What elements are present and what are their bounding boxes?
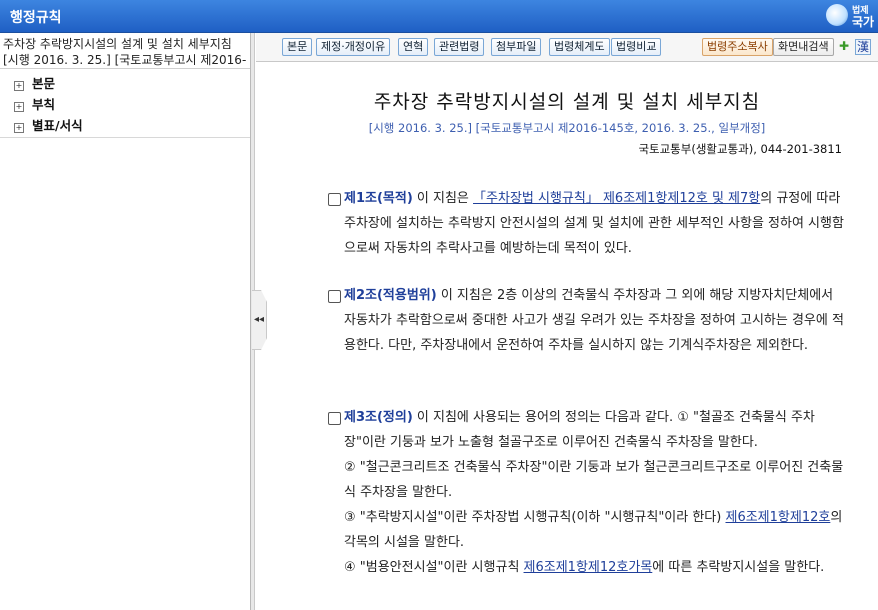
copy-law-address-button[interactable]: 법령주소복사 [702,38,773,56]
search-in-page-button[interactable]: 화면내검색 [773,38,834,56]
definition-item-2: ② "철근콘크리트조 건축물식 주차장"이란 기둥과 보가 철근콘크리트구조로 … [344,460,844,500]
article-checkbox[interactable] [328,193,341,206]
expand-plus-icon[interactable]: + [14,102,24,112]
toc-item-supplementary[interactable]: + 부칙 [14,96,250,117]
definition-item-4-text: ④ "범용안전시설"이란 시행규칙 [344,560,524,575]
article-3: 제3조(정의) 이 지침에 사용되는 용어의 정의는 다음과 같다. ① "철골… [328,405,844,580]
toc-tree: + 본문 + 부칙 + 별표/서식 [0,69,250,138]
law-reference-link[interactable]: 제6조제1항제12호 [725,510,830,525]
app-title: 행정규칙 [10,10,62,26]
logo-emblem-icon [826,4,848,26]
tab-attachments[interactable]: 첨부파일 [491,38,542,56]
tab-history[interactable]: 연혁 [398,38,429,56]
law-reference-link[interactable]: 「주차장법 시행규칙」 제6조제1항제12호 및 제7항 [473,191,760,206]
tab-law-hierarchy[interactable]: 법령체계도 [549,38,610,56]
hanja-toggle-button[interactable]: 漢 [855,39,871,55]
sidebar-doc-meta: [시행 2016. 3. 25.] [국토교통부고시 제2016- [3,53,247,67]
tab-main-text[interactable]: 본문 [282,38,313,56]
toc-label: 본문 [32,76,56,91]
toc-label: 별표/서식 [32,118,83,133]
article-text: 이 지침은 [412,191,474,206]
plus-green-icon[interactable]: ✚ [837,39,851,53]
article-checkbox[interactable] [328,412,341,425]
toc-label: 부칙 [32,97,56,112]
document-subtitle[interactable]: [시행 2016. 3. 25.] [국토교통부고시 제2016-145호, 2… [256,120,878,136]
document-content: 주차장 추락방지시설의 설계 및 설치 세부지침 [시행 2016. 3. 25… [256,62,878,610]
tab-law-compare[interactable]: 법령비교 [611,38,662,56]
top-header-bar: 행정규칙 법제 국가 [0,0,878,33]
document-title: 주차장 추락방지시설의 설계 및 설치 세부지침 [373,91,761,113]
expand-plus-icon[interactable]: + [14,123,24,133]
article-text: 이 지침에 사용되는 용어의 정의는 다음과 같다. ① "철골조 건축물식 주… [344,410,815,450]
article-number[interactable]: 제1조(목적) [344,191,413,206]
article-1: 제1조(목적) 이 지침은 「주차장법 시행규칙」 제6조제1항제12호 및 제… [328,186,844,261]
left-navigation-panel: 주차장 추락방지시설의 설계 및 설치 세부지침 [시행 2016. 3. 25… [0,33,251,610]
sidebar-doc-title[interactable]: 주차장 추락방지시설의 설계 및 설치 세부지침 [3,36,247,52]
toc-item-main[interactable]: + 본문 [14,75,250,96]
definition-item-3-text: ③ "추락방지시설"이란 주차장법 시행규칙(이하 "시행규칙"이라 한다) [344,510,726,525]
article-number[interactable]: 제2조(적용범위) [344,288,437,303]
toc-item-attachments[interactable]: + 별표/서식 [14,117,250,138]
document-toolbar: 본문 제정·개정이유 연혁 관련법령 첨부파일 법령체계도 법령비교 법령주소복… [256,33,878,62]
sidebar-divider [0,137,250,138]
ministry-logo[interactable]: 법제 국가 [826,2,878,30]
tab-related-laws[interactable]: 관련법령 [434,38,485,56]
sidebar-doc-header: 주차장 추락방지시설의 설계 및 설치 세부지침 [시행 2016. 3. 25… [0,33,250,69]
logo-text-bottom: 국가 [852,15,875,29]
definition-item-4-text: 에 따른 추락방지시설을 말한다. [652,560,825,575]
article-2: 제2조(적용범위) 이 지침은 2층 이상의 건축물식 주차장과 그 외에 해당… [328,283,844,358]
document-organization: 국토교통부(생활교통과), 044-201-3811 [638,142,842,156]
law-reference-link[interactable]: 제6조제1항제12호가목 [524,560,653,575]
expand-plus-icon[interactable]: + [14,81,24,91]
article-checkbox[interactable] [328,290,341,303]
tab-amendment-reason[interactable]: 제정·개정이유 [316,38,391,56]
article-number[interactable]: 제3조(정의) [344,410,413,425]
